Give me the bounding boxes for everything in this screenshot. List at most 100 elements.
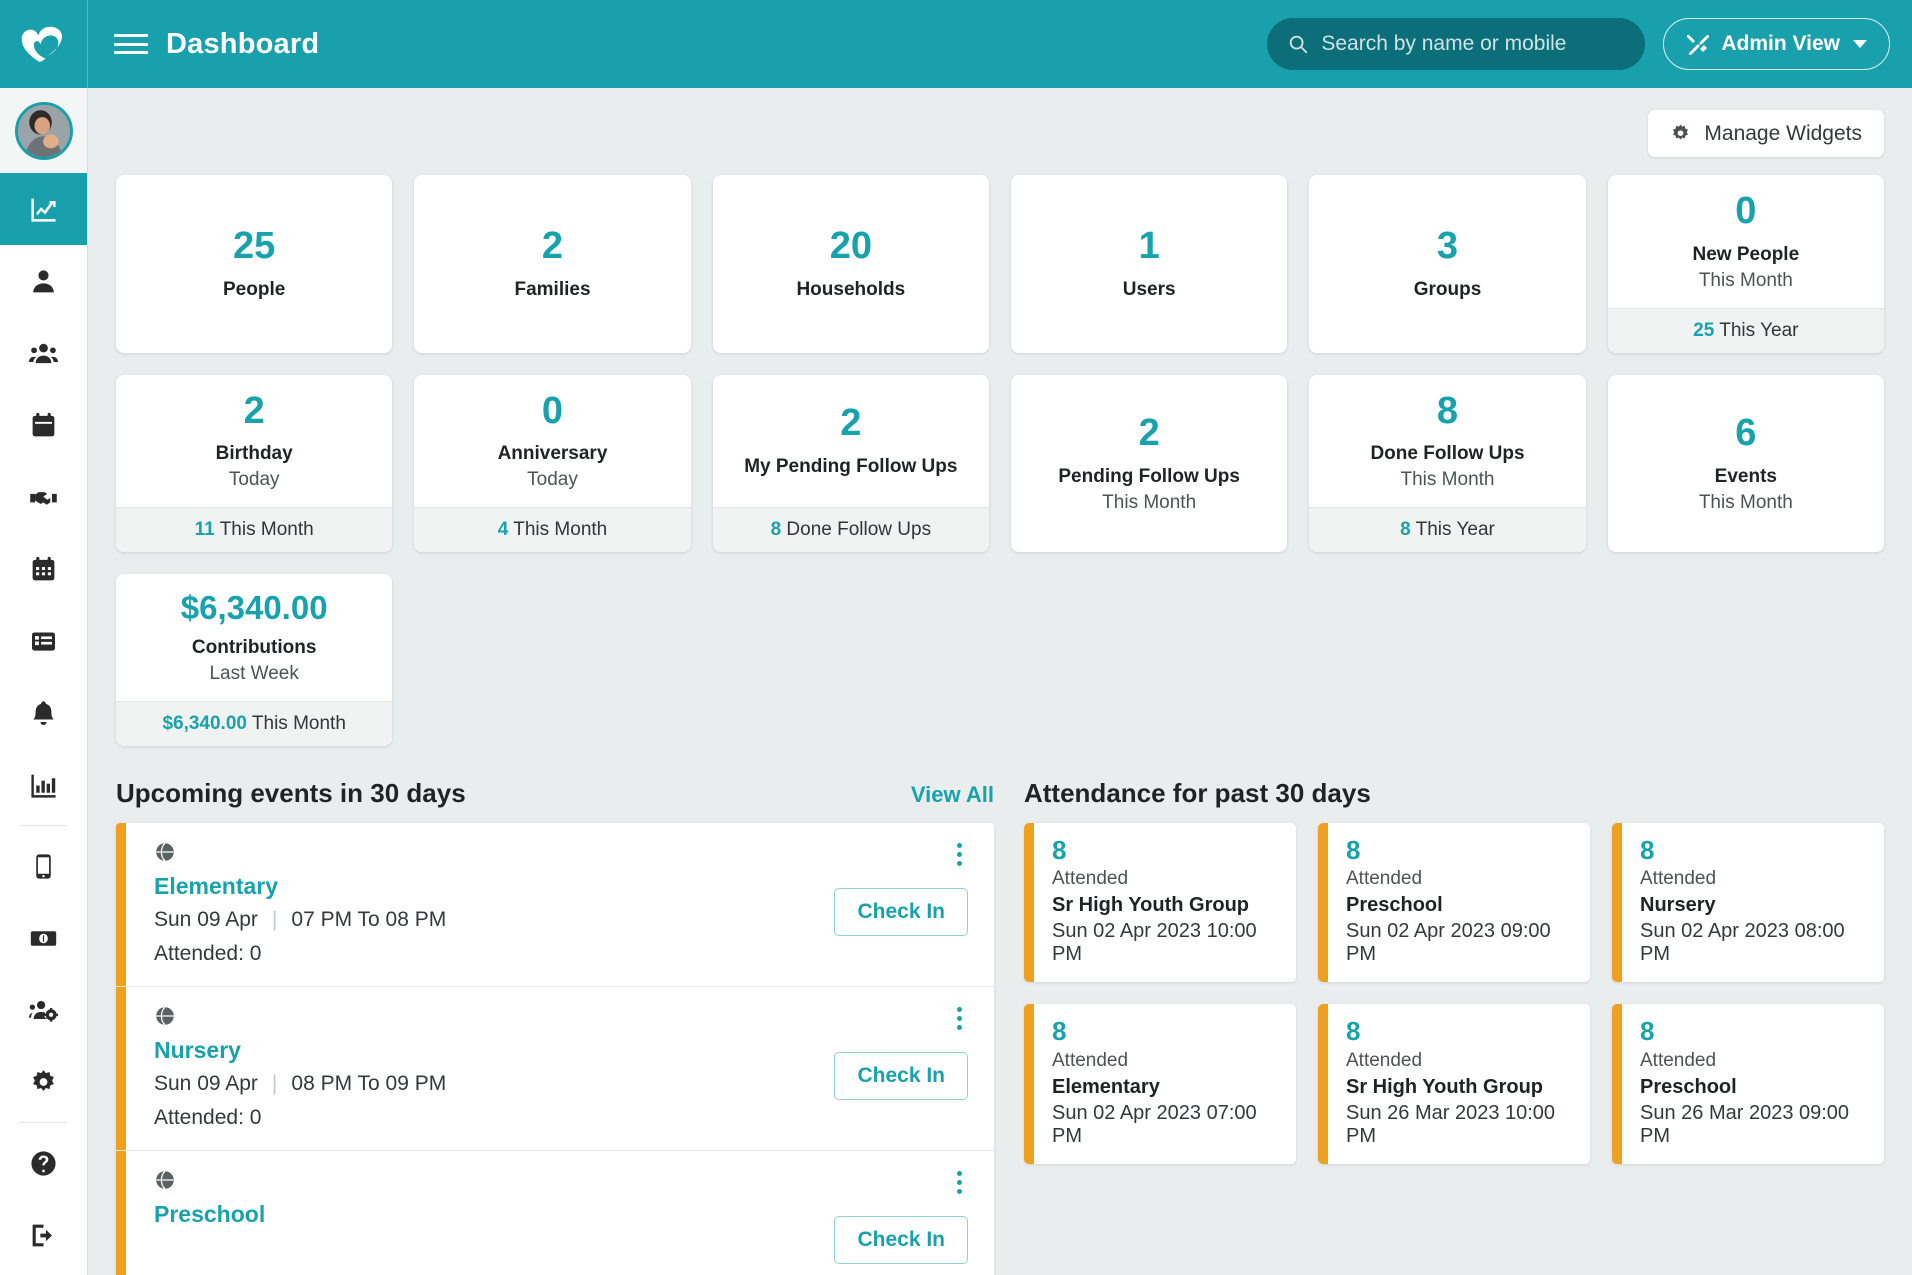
stat-card-pending-follow-ups[interactable]: 2 Pending Follow Ups This Month	[1011, 375, 1287, 553]
manage-widgets-button[interactable]: Manage Widgets	[1648, 110, 1884, 157]
attendance-datetime: Sun 02 Apr 2023 10:00 PM	[1052, 920, 1280, 966]
event-actions: Check In	[834, 1169, 968, 1264]
avatar-container[interactable]	[0, 88, 87, 173]
more-options-icon[interactable]	[951, 1169, 968, 1196]
attendance-card[interactable]: 8 Attended Preschool Sun 02 Apr 2023 09:…	[1318, 823, 1590, 982]
stat-footer-value: 8	[1400, 519, 1411, 540]
sidebar-item-calendar[interactable]	[0, 533, 87, 605]
sidebar-item-people[interactable]	[0, 317, 87, 389]
sidebar-item-mobile[interactable]	[0, 830, 87, 902]
attended-label: Attended	[1052, 1050, 1280, 1072]
calendar-day-icon	[29, 411, 58, 440]
admin-view-label: Admin View	[1721, 32, 1840, 56]
card-body: 25 People	[116, 175, 392, 353]
attendance-count: 8	[1640, 837, 1868, 864]
card-body: 2 Birthday Today	[116, 375, 392, 508]
stat-card-users[interactable]: 1 Users	[1011, 175, 1287, 353]
stat-footer[interactable]: 8 This Year	[1309, 507, 1585, 552]
sidebar-item-logout[interactable]	[0, 1199, 87, 1271]
admin-view-dropdown[interactable]: Admin View	[1663, 18, 1890, 70]
attendance-card[interactable]: 8 Attended Sr High Youth Group Sun 02 Ap…	[1024, 823, 1296, 982]
app-logo[interactable]	[0, 0, 88, 88]
search-input[interactable]: Search by name or mobile	[1267, 18, 1645, 70]
attendance-color-bar	[1024, 1004, 1034, 1163]
sidebar-item-handshake[interactable]	[0, 461, 87, 533]
sidebar-divider	[20, 825, 67, 826]
event-row[interactable]: Preschool Check In	[116, 1151, 994, 1275]
globe-icon	[154, 1169, 176, 1191]
stat-value: 2	[840, 403, 861, 445]
event-color-bar	[116, 1151, 126, 1275]
sidebar-item-calendar-day[interactable]	[0, 389, 87, 461]
more-options-icon[interactable]	[951, 841, 968, 868]
attendance-panel: Attendance for past 30 days 8 Attended S…	[1024, 778, 1884, 1275]
event-row[interactable]: Elementary Sun 09 Apr | 07 PM To 08 PM A…	[116, 823, 994, 987]
attendance-card[interactable]: 8 Attended Sr High Youth Group Sun 26 Ma…	[1318, 1004, 1590, 1163]
sidebar-item-contributions[interactable]	[0, 902, 87, 974]
stat-footer[interactable]: 25 This Year	[1608, 308, 1884, 353]
menu-toggle-button[interactable]	[114, 31, 148, 57]
stat-card-families[interactable]: 2 Families	[414, 175, 690, 353]
avatar	[15, 102, 73, 160]
stat-card-done-follow-ups[interactable]: 8 Done Follow Ups This Month 8 This Year	[1309, 375, 1585, 553]
view-all-link[interactable]: View All	[911, 782, 994, 808]
attendance-datetime: Sun 02 Apr 2023 08:00 PM	[1640, 920, 1868, 966]
stat-sublabel: Today	[527, 469, 578, 491]
attendance-datetime: Sun 02 Apr 2023 09:00 PM	[1346, 920, 1574, 966]
event-row[interactable]: Nursery Sun 09 Apr | 08 PM To 09 PM Atte…	[116, 987, 994, 1151]
stat-label: Users	[1123, 278, 1176, 302]
attendance-group: Elementary	[1052, 1076, 1280, 1099]
sidebar-item-user-management[interactable]	[0, 974, 87, 1046]
stat-footer[interactable]: 11 This Month	[116, 507, 392, 552]
stat-card-contributions[interactable]: $6,340.00 Contributions Last Week $6,340…	[116, 574, 392, 746]
stat-sublabel: This Month	[1699, 492, 1793, 514]
stat-footer-label: This Year	[1416, 519, 1495, 540]
globe-icon	[154, 841, 176, 863]
stat-label: My Pending Follow Ups	[744, 455, 957, 479]
sidebar-item-reports[interactable]	[0, 749, 87, 821]
event-color-bar	[116, 823, 126, 986]
event-attended: Attended: 0	[154, 1106, 968, 1130]
stat-sublabel: This Month	[1699, 270, 1793, 292]
attended-label: Attended	[1052, 868, 1280, 890]
check-in-button[interactable]: Check In	[834, 1216, 968, 1264]
stat-card-birthday[interactable]: 2 Birthday Today 11 This Month	[116, 375, 392, 553]
stat-card-people[interactable]: 25 People	[116, 175, 392, 353]
attendance-card[interactable]: 8 Attended Preschool Sun 26 Mar 2023 09:…	[1612, 1004, 1884, 1163]
stat-label: Pending Follow Ups	[1058, 465, 1240, 489]
question-circle-icon	[29, 1149, 58, 1178]
check-in-button[interactable]: Check In	[834, 888, 968, 936]
stat-card-groups[interactable]: 3 Groups	[1309, 175, 1585, 353]
attendance-card[interactable]: 8 Attended Nursery Sun 02 Apr 2023 08:00…	[1612, 823, 1884, 982]
sidebar-item-dashboard[interactable]	[0, 173, 87, 245]
event-attended: Attended: 0	[154, 942, 968, 966]
sidebar-item-notifications[interactable]	[0, 677, 87, 749]
stat-card-new-people[interactable]: 0 New People This Month 25 This Year	[1608, 175, 1884, 353]
stat-footer[interactable]: 4 This Month	[414, 507, 690, 552]
check-in-button[interactable]: Check In	[834, 1052, 968, 1100]
more-options-icon[interactable]	[951, 1005, 968, 1032]
users-gear-icon	[29, 996, 58, 1025]
event-list: Elementary Sun 09 Apr | 07 PM To 08 PM A…	[116, 823, 994, 1275]
sidebar-item-settings[interactable]	[0, 1046, 87, 1118]
attendance-card[interactable]: 8 Attended Elementary Sun 02 Apr 2023 07…	[1024, 1004, 1296, 1163]
card-body: 20 Households	[713, 175, 989, 353]
sidebar-item-person[interactable]	[0, 245, 87, 317]
stat-sublabel: Last Week	[209, 663, 298, 685]
sidebar-item-help[interactable]	[0, 1127, 87, 1199]
stat-label: People	[223, 278, 285, 302]
logout-icon	[29, 1221, 58, 1250]
stat-value: 25	[233, 226, 275, 268]
stat-footer[interactable]: $6,340.00 This Month	[116, 701, 392, 746]
stat-value: 20	[830, 226, 872, 268]
stat-value: $6,340.00	[181, 590, 328, 626]
attended-label: Attended	[1346, 1050, 1574, 1072]
stat-footer[interactable]: 8 Done Follow Ups	[713, 507, 989, 552]
stat-card-households[interactable]: 20 Households	[713, 175, 989, 353]
stat-card-events[interactable]: 6 Events This Month	[1608, 375, 1884, 553]
stat-label: New People	[1693, 243, 1800, 267]
stat-card-my-pending-follow-ups[interactable]: 2 My Pending Follow Ups 8 Done Follow Up…	[713, 375, 989, 553]
stat-label: Groups	[1414, 278, 1482, 302]
sidebar-item-list[interactable]	[0, 605, 87, 677]
stat-card-anniversary[interactable]: 0 Anniversary Today 4 This Month	[414, 375, 690, 553]
